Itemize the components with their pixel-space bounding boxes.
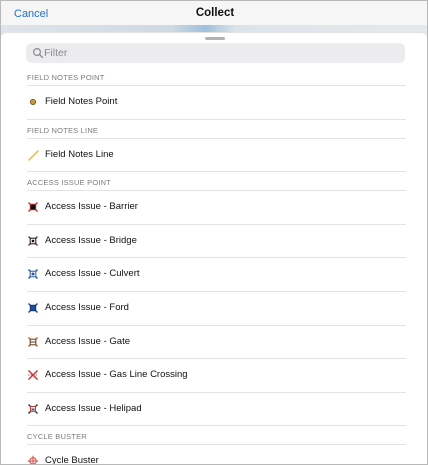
access-ford-icon (28, 302, 38, 313)
list-item-label: Field Notes Point (45, 96, 118, 107)
list-item-access-culvert[interactable]: Access Issue - Culvert (1, 258, 427, 291)
section-header-field-notes-point: FIELD NOTES POINT (27, 73, 105, 82)
svg-text:H: H (31, 407, 34, 412)
sheet-grabber[interactable] (205, 37, 225, 40)
nav-bar: Cancel Collect (1, 1, 427, 35)
collect-window: Cancel Collect FIELD NOTES POINT Field N… (0, 0, 428, 465)
list-item-label: Access Issue - Ford (45, 301, 129, 313)
field-notes-point-icon (30, 99, 36, 105)
list-item-label: Access Issue - Culvert (45, 268, 140, 280)
access-bridge-icon (28, 235, 38, 246)
cycle-buster-icon (27, 456, 39, 464)
list-item-access-gate[interactable]: Access Issue - Gate (1, 326, 427, 359)
list-item-label: Field Notes Line (45, 148, 114, 160)
page-title: Collect (195, 7, 235, 19)
collect-sheet: FIELD NOTES POINT Field Notes Point FIEL… (1, 32, 427, 465)
search-input[interactable] (44, 46, 394, 60)
access-gas-line-icon (28, 370, 38, 381)
list-item-access-helipad[interactable]: H Access Issue - Helipad (1, 393, 427, 426)
search-bar[interactable] (26, 43, 405, 63)
list-item-field-notes-point[interactable]: Field Notes Point (1, 86, 427, 119)
template-list: FIELD NOTES POINT Field Notes Point FIEL… (1, 71, 427, 465)
access-barrier-icon (28, 202, 38, 213)
access-gate-icon (28, 336, 38, 347)
list-item-access-ford[interactable]: Access Issue - Ford (1, 292, 427, 325)
list-item-label: Access Issue - Bridge (45, 234, 137, 246)
list-item-label: Access Issue - Helipad (45, 402, 142, 414)
list-item-field-notes-line[interactable]: Field Notes Line (1, 139, 427, 172)
access-culvert-icon (28, 269, 38, 280)
list-item-cycle-buster[interactable]: Cycle Buster (1, 445, 427, 465)
list-item-access-bridge[interactable]: Access Issue - Bridge (1, 225, 427, 258)
field-notes-line-icon (28, 149, 39, 161)
list-item-label: Cycle Buster (45, 455, 99, 465)
access-helipad-icon: H (28, 403, 38, 414)
list-item-label: Access Issue - Gate (45, 335, 131, 347)
section-header-access-issue-point: ACCESS ISSUE POINT (27, 178, 112, 188)
list-item-access-barrier[interactable]: Access Issue - Barrier (1, 191, 427, 224)
list-item-label: Access Issue - Gas Line Crossing (45, 369, 188, 381)
section-header-cycle-buster: CYCLE BUSTER (27, 432, 87, 442)
search-icon (32, 47, 44, 59)
list-item-access-gas-line-crossing[interactable]: Access Issue - Gas Line Crossing (1, 359, 427, 392)
list-item-label: Access Issue - Barrier (45, 201, 138, 213)
section-header-field-notes-line: FIELD NOTES LINE (27, 125, 99, 135)
